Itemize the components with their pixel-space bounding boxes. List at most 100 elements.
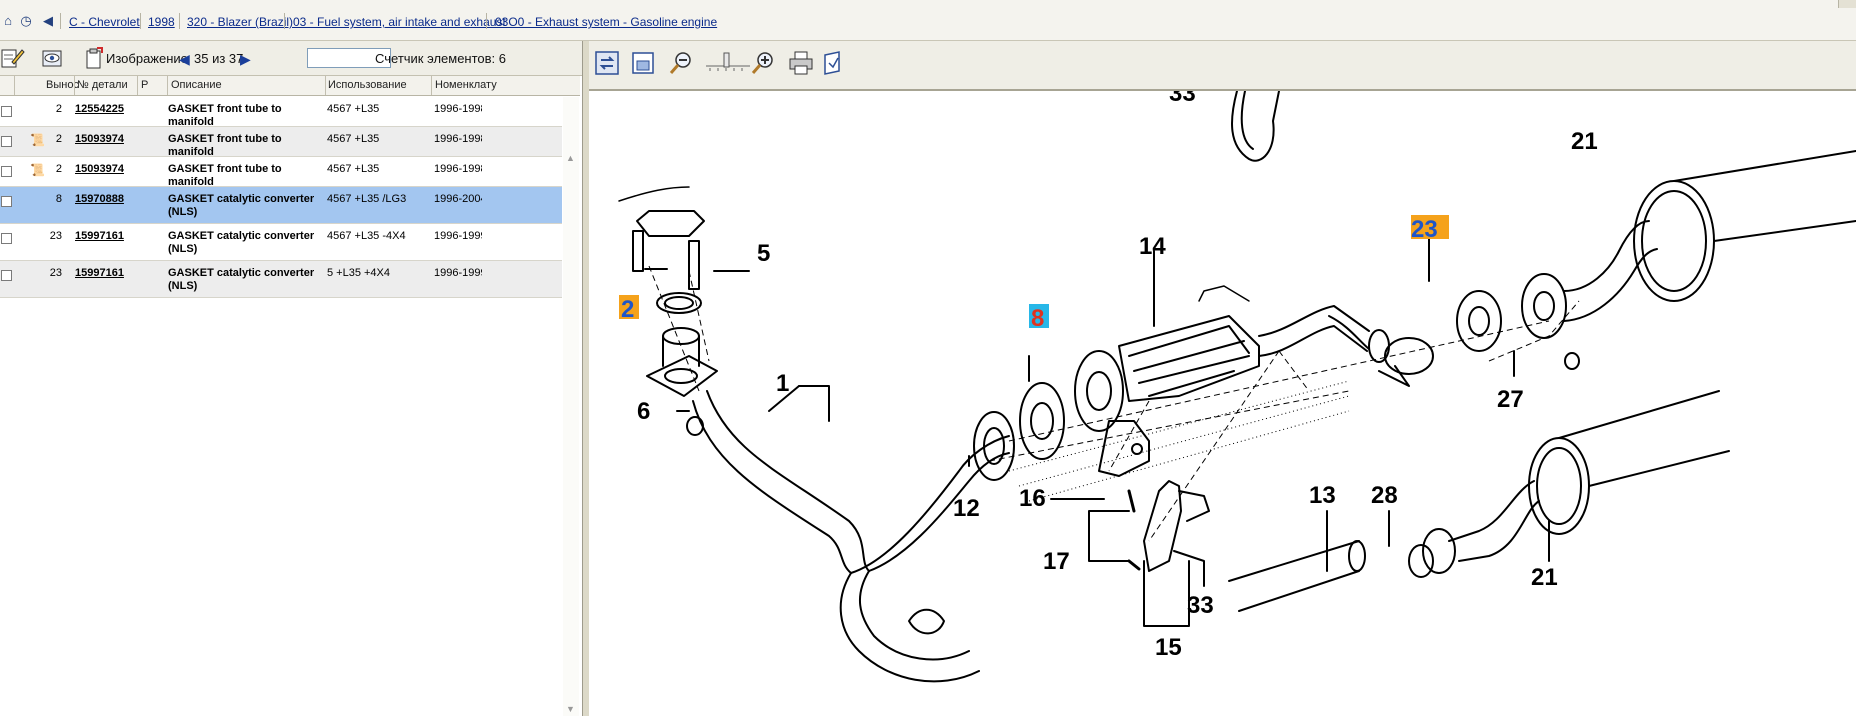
row-nomenclature: 1996-1998	[434, 163, 482, 175]
row-usage: 5 +L35 +4X4	[327, 267, 391, 279]
breadcrumb-model[interactable]: 320 - Blazer (Brazil)	[187, 15, 293, 29]
next-image-button[interactable]: ▶	[240, 51, 251, 68]
row-checkbox[interactable]	[1, 166, 12, 177]
callout-number[interactable]: 17	[1043, 548, 1070, 575]
row-nomenclature: 1996-1999	[434, 230, 482, 242]
col-header-nomenclature[interactable]: Номенклату	[435, 79, 497, 91]
row-part-number-link[interactable]: 15997161	[75, 230, 124, 242]
scroll-up-icon[interactable]: ▲	[566, 153, 575, 163]
fit-page-icon[interactable]	[629, 49, 657, 77]
table-scrollbar[interactable]: ▲ ▼	[563, 97, 579, 716]
col-header-usage[interactable]: Использование	[328, 79, 407, 91]
row-qty: 2	[55, 103, 62, 115]
export-page-icon[interactable]	[819, 49, 847, 77]
view-preview-icon[interactable]	[40, 46, 66, 70]
table-row-selected[interactable]: 8 15970888 GASKET catalytic converter (N…	[0, 187, 562, 224]
breadcrumb-group[interactable]: 03 - Fuel system, air intake and exhaust	[293, 15, 506, 29]
callout-number[interactable]: 21	[1531, 564, 1558, 591]
callout-number[interactable]: 27	[1497, 386, 1524, 413]
callout-number[interactable]: 33	[1169, 91, 1196, 107]
note-scroll-icon[interactable]: 📜	[30, 134, 45, 147]
row-description: GASKET catalytic converter (NLS)	[168, 267, 315, 292]
callout-number[interactable]: 23	[1411, 216, 1438, 243]
zoom-in-icon[interactable]	[749, 49, 777, 77]
col-header-p[interactable]: P	[141, 79, 148, 91]
breadcrumb-year[interactable]: 1998	[148, 15, 175, 29]
home-icon[interactable]: ⌂	[0, 13, 16, 29]
breadcrumb-separator	[284, 13, 285, 29]
row-checkbox[interactable]	[1, 233, 12, 244]
notes-edit-icon[interactable]	[0, 46, 26, 70]
element-count-label: Счетчик элементов: 6	[375, 51, 507, 66]
table-row[interactable]: 📜 2 15093974 GASKET front tube to manifo…	[0, 157, 562, 188]
breadcrumb-section[interactable]: 03O0 - Exhaust system - Gasoline engine	[495, 15, 717, 29]
prev-image-button[interactable]: ◀	[179, 51, 190, 68]
col-header-part-number[interactable]: № детали	[77, 79, 128, 91]
row-nomenclature: 1996-1998	[434, 133, 482, 145]
row-usage: 4567 +L35 -4X4	[327, 230, 406, 242]
row-part-number-link[interactable]: 15093974	[75, 133, 124, 145]
row-qty: 23	[49, 267, 62, 279]
row-usage: 4567 +L35	[327, 163, 380, 175]
row-part-number-link[interactable]: 15093974	[75, 163, 124, 175]
row-checkbox[interactable]	[1, 106, 12, 117]
row-description: GASKET front tube to manifold	[168, 133, 282, 158]
row-part-number-link[interactable]: 15970888	[75, 193, 124, 205]
callout-number[interactable]: 12	[953, 495, 980, 522]
parts-table-body: 2 12554225 GASKET front tube to manifold…	[0, 97, 562, 298]
callout-number[interactable]: 16	[1019, 485, 1046, 512]
callout-number[interactable]: 21	[1571, 128, 1598, 155]
illustration-pane: 33 21 23 5 14 2 8 1 6 27 12 16 17 13 28 …	[589, 41, 1856, 716]
col-header-description[interactable]: Описание	[171, 79, 222, 91]
callout-number[interactable]: 14	[1139, 233, 1166, 260]
exhaust-system-diagram[interactable]: 33 21 23 5 14 2 8 1 6 27 12 16 17 13 28 …	[589, 91, 1856, 716]
row-description: GASKET catalytic converter (NLS)	[168, 230, 315, 255]
callout-number[interactable]: 8	[1031, 305, 1044, 332]
table-row[interactable]: 2 12554225 GASKET front tube to manifold…	[0, 97, 562, 128]
row-usage: 4567 +L35	[327, 133, 380, 145]
clipboard-export-icon[interactable]	[82, 46, 108, 70]
row-part-number-link[interactable]: 12554225	[75, 103, 124, 115]
row-qty: 2	[55, 163, 62, 175]
row-qty: 8	[55, 193, 62, 205]
row-qty: 2	[55, 133, 62, 145]
breadcrumb-separator	[486, 13, 487, 29]
row-nomenclature: 1996-1999	[434, 267, 482, 279]
callout-number[interactable]: 2	[621, 296, 634, 323]
callout-number[interactable]: 33	[1187, 592, 1214, 619]
illustration-toolbar	[589, 41, 1856, 91]
table-row[interactable]: 📜 2 15093974 GASKET front tube to manifo…	[0, 127, 562, 158]
scroll-down-icon[interactable]: ▼	[566, 704, 575, 714]
back-arrow-icon[interactable]: ◀	[40, 13, 56, 29]
note-scroll-icon[interactable]: 📜	[30, 164, 45, 177]
image-page-counter: 35 из 37	[194, 51, 244, 66]
parts-toolbar: Изображение ◀ 35 из 37 ▶ Счетчик элемент…	[0, 41, 582, 76]
zoom-out-icon[interactable]	[667, 49, 695, 77]
table-row[interactable]: 23 15997161 GASKET catalytic converter (…	[0, 224, 562, 261]
sync-view-icon[interactable]	[593, 49, 621, 77]
zoom-slider[interactable]	[704, 51, 752, 75]
callout-number[interactable]: 13	[1309, 482, 1336, 509]
row-checkbox[interactable]	[1, 270, 12, 281]
callout-number[interactable]: 1	[776, 370, 789, 397]
row-nomenclature: 1996-1998	[434, 103, 482, 115]
row-part-number-link[interactable]: 15997161	[75, 267, 124, 279]
parts-list-pane: Изображение ◀ 35 из 37 ▶ Счетчик элемент…	[0, 41, 583, 716]
breadcrumb-separator	[60, 13, 61, 29]
table-row[interactable]: 23 15997161 GASKET catalytic converter (…	[0, 261, 562, 298]
callout-number[interactable]: 6	[637, 398, 650, 425]
row-usage: 4567 +L35	[327, 103, 380, 115]
row-checkbox[interactable]	[1, 196, 12, 207]
history-icon[interactable]: ◷	[18, 13, 34, 29]
print-icon[interactable]	[787, 49, 815, 77]
breadcrumb-scroll-stub	[1838, 0, 1856, 8]
row-qty: 23	[49, 230, 62, 242]
row-checkbox[interactable]	[1, 136, 12, 147]
callout-number[interactable]: 15	[1155, 634, 1182, 661]
row-description: GASKET front tube to manifold	[168, 103, 282, 128]
callout-number[interactable]: 5	[757, 240, 770, 267]
row-description: GASKET front tube to manifold	[168, 163, 282, 188]
breadcrumb-make[interactable]: C - Chevrolet	[69, 15, 140, 29]
breadcrumb-bar: ⌂ ◷ ◀ C - Chevrolet 1998 320 - Blazer (B…	[0, 0, 1856, 41]
callout-number[interactable]: 28	[1371, 482, 1398, 509]
